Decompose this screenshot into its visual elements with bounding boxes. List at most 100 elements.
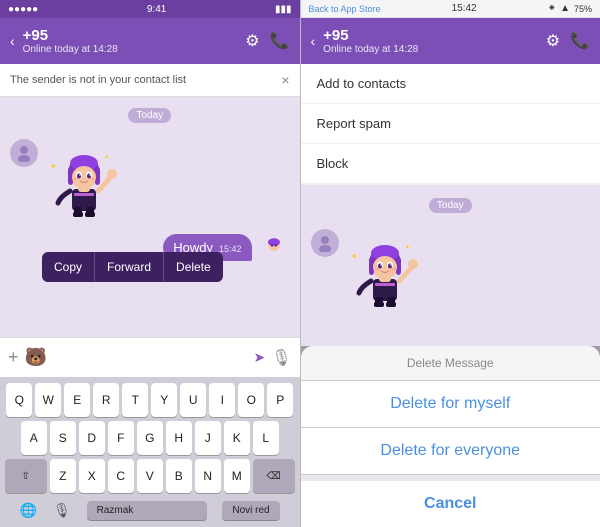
left-header-icons: ⚙ 📞 <box>245 31 289 51</box>
svg-text:✦: ✦ <box>351 252 358 261</box>
delete-for-everyone-button[interactable]: Delete for everyone <box>301 428 600 475</box>
sticker-image: ✦ ✦ <box>44 139 124 219</box>
key-q[interactable]: Q <box>6 383 32 417</box>
right-settings-icon[interactable]: ⚙ <box>546 31 560 51</box>
sender-avatar <box>10 139 38 167</box>
left-notification-bar: The sender is not in your contact list × <box>0 64 300 97</box>
keyboard: Q W E R T Y U I O P A S D F G H J K L ⇧ … <box>0 377 300 527</box>
block-item[interactable]: Block <box>301 144 600 184</box>
delete-dialog-title: Delete Message <box>301 346 600 381</box>
sticker-message: ✦ ✦ <box>0 131 300 227</box>
key-s[interactable]: S <box>50 421 76 455</box>
keyboard-row-1: Q W E R T Y U I O P <box>4 383 296 417</box>
svg-text:✦: ✦ <box>405 244 410 251</box>
forward-button[interactable]: Forward <box>95 252 164 282</box>
right-sticker-message: ✦ ✦ <box>301 221 600 317</box>
key-l[interactable]: L <box>253 421 279 455</box>
space-key[interactable]: Razmak <box>87 501 207 520</box>
key-v[interactable]: V <box>137 459 163 493</box>
right-sticker-image: ✦ ✦ <box>345 229 425 309</box>
right-chevron-icon: ‹ <box>311 33 316 49</box>
signal-indicator: ●●●●● <box>8 4 38 15</box>
left-back-button[interactable]: ‹ <box>10 33 15 49</box>
battery-indicator: ▮▮▮ <box>275 4 292 15</box>
notification-text: The sender is not in your contact list <box>10 74 186 86</box>
avatar-icon <box>15 144 33 162</box>
right-header-info: +95 Online today at 14:28 <box>323 27 538 55</box>
right-avatar-icon <box>316 234 334 252</box>
key-d[interactable]: D <box>79 421 105 455</box>
key-a[interactable]: A <box>21 421 47 455</box>
mic-keyboard-icon[interactable]: 🎙 <box>53 502 71 519</box>
key-i[interactable]: I <box>209 383 235 417</box>
right-time: 15:42 <box>452 3 477 14</box>
back-to-app-store[interactable]: Back to App Store <box>309 4 381 14</box>
mic-icon[interactable]: 🎙 <box>271 348 291 368</box>
left-status-bar: ●●●●● 9:41 ▮▮▮ <box>0 0 300 18</box>
delete-cancel-button[interactable]: Cancel <box>301 481 600 527</box>
sticker-thumb-image <box>258 231 290 263</box>
message-time: 15:42 <box>219 244 242 254</box>
return-key[interactable]: Novi red <box>222 501 279 520</box>
svg-text:✦: ✦ <box>104 154 109 161</box>
right-header-icons: ⚙ 📞 <box>546 31 590 51</box>
left-date-label: Today <box>0 105 300 123</box>
key-x[interactable]: X <box>79 459 105 493</box>
left-chat-header: ‹ +95 Online today at 14:28 ⚙ 📞 <box>0 18 300 64</box>
key-b[interactable]: B <box>166 459 192 493</box>
key-p[interactable]: P <box>267 383 293 417</box>
key-h[interactable]: H <box>166 421 192 455</box>
delete-button[interactable]: Delete <box>164 252 223 282</box>
key-g[interactable]: G <box>137 421 163 455</box>
key-w[interactable]: W <box>35 383 61 417</box>
call-icon[interactable]: 📞 <box>270 31 290 51</box>
context-menu: Copy Forward Delete <box>42 252 223 282</box>
copy-button[interactable]: Copy <box>42 252 95 282</box>
wifi-icon: ▲ <box>560 3 570 14</box>
key-e[interactable]: E <box>64 383 90 417</box>
plus-icon[interactable]: + <box>8 347 19 368</box>
add-to-contacts-item[interactable]: Add to contacts <box>301 64 600 104</box>
message-sticker-thumb <box>258 231 290 263</box>
battery-right: 75% <box>574 4 592 14</box>
left-time: 9:41 <box>147 4 166 15</box>
key-f[interactable]: F <box>108 421 134 455</box>
left-contact-status: Online today at 14:28 <box>23 44 238 55</box>
notification-close-button[interactable]: × <box>281 72 289 88</box>
key-j[interactable]: J <box>195 421 221 455</box>
left-contact-name: +95 <box>23 27 238 44</box>
left-panel: ●●●●● 9:41 ▮▮▮ ‹ +95 Online today at 14:… <box>0 0 300 527</box>
key-n[interactable]: N <box>195 459 221 493</box>
right-back-button[interactable]: ‹ <box>311 33 316 49</box>
key-u[interactable]: U <box>180 383 206 417</box>
key-r[interactable]: R <box>93 383 119 417</box>
svg-text:✦: ✦ <box>50 162 57 171</box>
right-call-icon[interactable]: 📞 <box>570 31 590 51</box>
delete-sheet: Delete Message Delete for myself Delete … <box>301 346 600 527</box>
settings-icon[interactable]: ⚙ <box>245 31 259 51</box>
message-input[interactable] <box>53 350 248 365</box>
key-shift[interactable]: ⇧ <box>5 459 47 493</box>
delete-for-myself-button[interactable]: Delete for myself <box>301 381 600 428</box>
report-spam-item[interactable]: Report spam <box>301 104 600 144</box>
keyboard-bottom-bar: 🌐 🎙 Razmak Novi red <box>4 497 296 523</box>
left-chevron-icon: ‹ <box>10 33 15 49</box>
left-chat-body: Today <box>0 97 300 337</box>
globe-icon[interactable]: 🌐 <box>20 502 37 519</box>
key-z[interactable]: Z <box>50 459 76 493</box>
key-o[interactable]: O <box>238 383 264 417</box>
key-k[interactable]: K <box>224 421 250 455</box>
left-header-info: +95 Online today at 14:28 <box>23 27 238 55</box>
bluetooth-icon: ⁕ <box>548 3 556 14</box>
keyboard-row-3: ⇧ Z X C V B N M ⌫ <box>4 459 296 493</box>
send-arrow-icon[interactable]: ➤ <box>253 349 265 366</box>
sticker-icon[interactable]: 🐻 <box>25 347 47 368</box>
right-sender-avatar <box>311 229 339 257</box>
key-m[interactable]: M <box>224 459 250 493</box>
right-contact-status: Online today at 14:28 <box>323 44 538 55</box>
keyboard-row-2: A S D F G H J K L <box>4 421 296 455</box>
key-c[interactable]: C <box>108 459 134 493</box>
key-y[interactable]: Y <box>151 383 177 417</box>
key-backspace[interactable]: ⌫ <box>253 459 295 493</box>
key-t[interactable]: T <box>122 383 148 417</box>
